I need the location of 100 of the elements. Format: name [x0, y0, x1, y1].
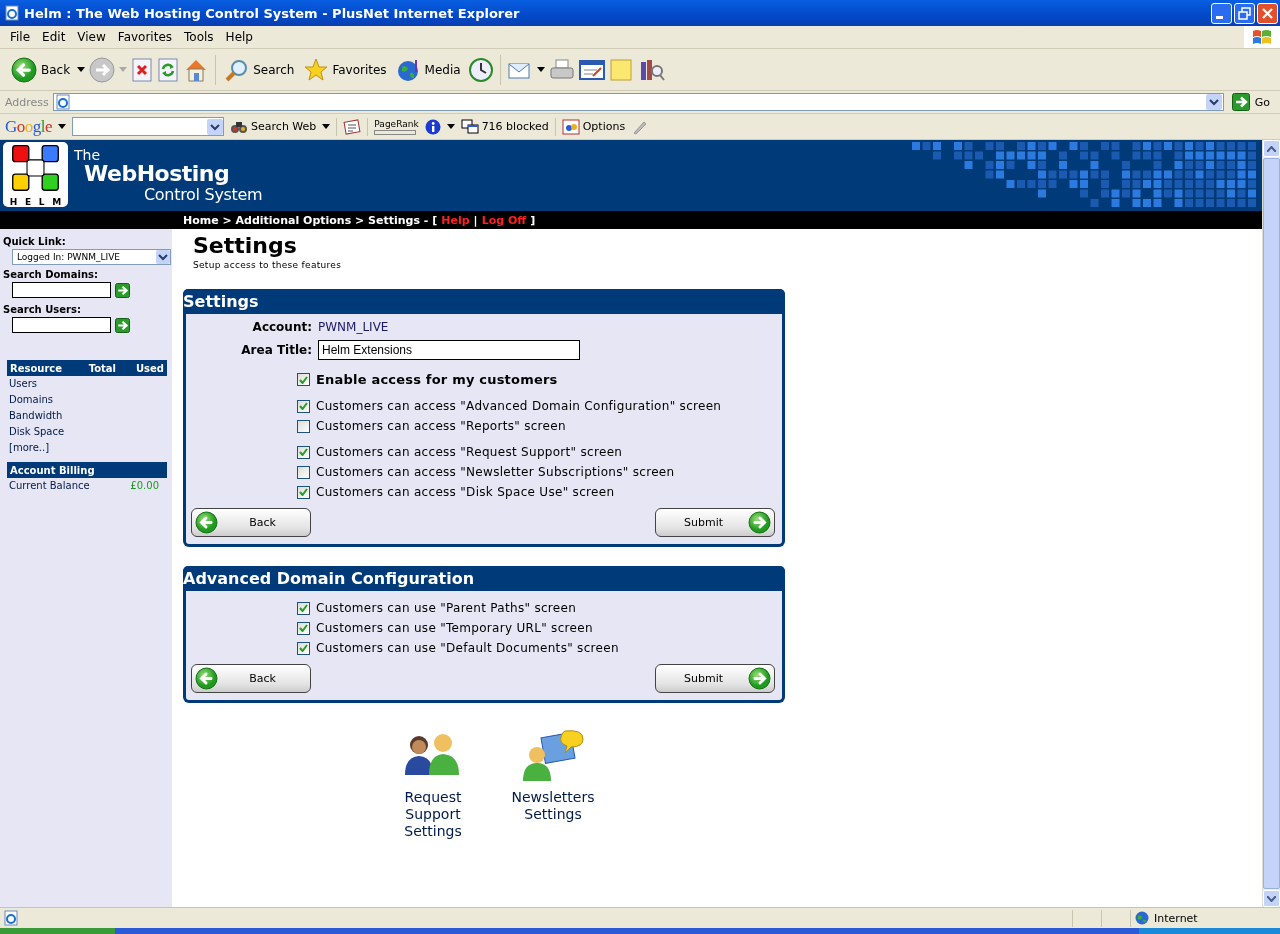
menu-item[interactable]: Edit [36, 30, 72, 44]
star-icon [304, 57, 329, 82]
back-button[interactable]: Back [8, 54, 74, 85]
vertical-scrollbar[interactable] [1262, 140, 1280, 907]
search-domains-label: Search Domains: [2, 269, 100, 280]
windows-flag-icon [1251, 27, 1273, 47]
checkbox[interactable] [297, 373, 310, 386]
globe-icon [1135, 911, 1149, 926]
browser-page-icon [3, 910, 19, 927]
search-web-button[interactable]: Search Web [230, 118, 317, 135]
go-arrow-icon[interactable] [115, 282, 130, 298]
options-icon [561, 118, 580, 135]
logo-letter: M [52, 197, 62, 207]
back-button[interactable]: Back [191, 508, 311, 537]
checkbox-label: Customers can access "Newsletter Subscriptions" screen [316, 465, 675, 479]
checkmark-icon [299, 624, 308, 632]
checkmark-icon [299, 604, 308, 612]
resource-row[interactable]: Bandwidth [0, 408, 172, 424]
checkmark-icon [299, 402, 308, 410]
dropdown-caret-icon[interactable] [536, 66, 545, 73]
popup-blocker-button[interactable]: 716 blocked [460, 118, 549, 135]
globe-icon [396, 57, 421, 82]
google-logo[interactable]: Google [5, 116, 53, 137]
media-button[interactable]: Media [393, 55, 464, 84]
edit-window-icon[interactable] [578, 57, 605, 82]
column-header: Resource [10, 362, 63, 374]
area-title-field[interactable]: Helm Extensions [318, 340, 580, 360]
close-button[interactable] [1257, 2, 1278, 24]
column-header: Total [88, 362, 116, 374]
checkbox-label: Customers can access "Advanced Domain Configuration" screen [316, 399, 722, 413]
log-off-link[interactable]: Log Off [481, 213, 527, 227]
quick-link-dropdown[interactable]: Logged In: PWNM_LIVE [12, 249, 171, 265]
logo-letter: E [25, 197, 32, 207]
logo-letter: L [38, 197, 45, 207]
checkbox[interactable] [297, 465, 310, 479]
address-field[interactable] [52, 93, 1224, 111]
resource-row[interactable]: Users [0, 376, 172, 392]
checkbox[interactable] [297, 419, 310, 433]
dropdown-caret-icon[interactable] [446, 123, 455, 130]
resource-row[interactable]: Disk Space [0, 424, 172, 440]
menu-item[interactable]: View [71, 30, 112, 44]
search-icon [225, 57, 250, 82]
page-title: Settings [193, 234, 298, 258]
favorites-button[interactable]: Favorites [301, 55, 390, 84]
field-label: Account: [251, 320, 312, 334]
restore-button[interactable] [1234, 2, 1255, 24]
history-clock-icon[interactable] [467, 56, 494, 83]
breadcrumb-trail[interactable]: Home > Additional Options > Settings - [ [183, 213, 438, 227]
dropdown-caret-icon[interactable] [322, 123, 331, 130]
checkbox[interactable] [297, 399, 310, 413]
menu-item[interactable]: File [4, 30, 37, 44]
submit-button[interactable]: Submit [655, 508, 775, 537]
minimize-button[interactable] [1211, 2, 1232, 24]
checkmark-icon [299, 644, 308, 652]
search-users-label: Search Users: [2, 304, 82, 315]
info-icon[interactable] [424, 118, 441, 135]
browser-page-icon [54, 94, 71, 110]
shortcut-label: Request Support Settings [404, 789, 462, 840]
panel-title: Advanced Domain Configuration [183, 566, 785, 591]
back-button[interactable]: Back [191, 664, 311, 693]
logo-letter: H [9, 197, 18, 207]
shortcut-link[interactable]: Newsletters Settings [503, 729, 603, 840]
restore-icon [1238, 6, 1251, 20]
resource-row[interactable]: Domains [0, 392, 172, 408]
search-domains-field[interactable] [12, 282, 111, 298]
minimize-icon [1216, 15, 1223, 19]
search-users-field[interactable] [12, 317, 111, 333]
research-books-icon[interactable] [638, 57, 665, 82]
checkbox[interactable] [297, 621, 310, 635]
menu-item[interactable]: Tools [178, 30, 220, 44]
stop-icon[interactable] [131, 57, 154, 82]
quick-link-label: Quick Link: [2, 236, 67, 247]
search-button[interactable]: Search [222, 55, 298, 84]
go-button[interactable]: Go [1227, 93, 1280, 111]
go-arrow-icon[interactable] [1231, 93, 1250, 111]
menu-item[interactable]: Favorites [111, 30, 179, 44]
news-icon[interactable] [343, 118, 362, 135]
pagerank-meter: PageRank [374, 118, 419, 135]
checkbox-label: Customers can use "Temporary URL" screen [316, 621, 593, 635]
checkbox-label: Customers can use "Default Documents" screen [316, 641, 619, 655]
checkbox[interactable] [297, 485, 310, 499]
header-title: The [74, 148, 102, 163]
go-arrow-icon[interactable] [115, 317, 130, 333]
refresh-icon[interactable] [157, 57, 180, 82]
shortcut-link[interactable]: Request Support Settings [383, 729, 483, 840]
google-search-field[interactable] [72, 117, 225, 136]
dropdown-caret-icon[interactable] [77, 66, 86, 73]
help-link[interactable]: Help [441, 213, 470, 227]
page-subtitle: Setup access to these features [193, 260, 343, 270]
checkbox[interactable] [297, 601, 310, 615]
checkbox[interactable] [297, 641, 310, 655]
dropdown-caret-icon[interactable] [58, 123, 67, 130]
submit-button[interactable]: Submit [655, 664, 775, 693]
options-button[interactable]: Options [561, 118, 626, 135]
shortcut-label: Newsletters Settings [511, 789, 595, 823]
account-value: PWNM_LIVE [318, 320, 390, 334]
checkbox[interactable] [297, 445, 310, 459]
more-link[interactable]: [more..] [0, 440, 172, 456]
menu-item[interactable]: Help [219, 30, 259, 44]
checkmark-icon [299, 448, 308, 456]
